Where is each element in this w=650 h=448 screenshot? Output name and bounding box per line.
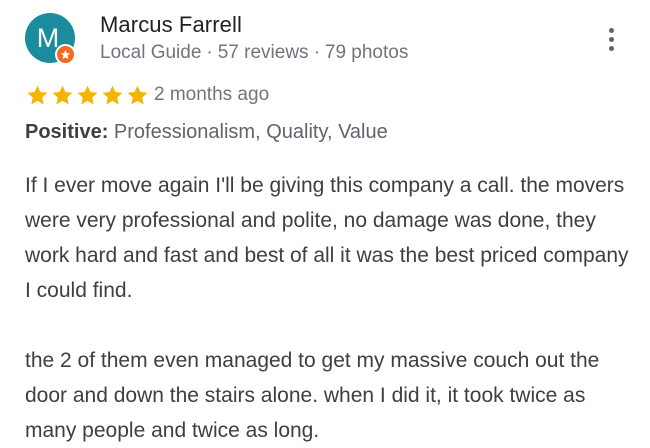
star-rating xyxy=(26,84,149,107)
review-count: 57 reviews xyxy=(217,42,309,63)
reviewer-meta: Local Guide · 57 reviews · 79 photos xyxy=(100,42,408,64)
meta-separator: · xyxy=(313,42,320,63)
star-icon xyxy=(27,85,48,105)
local-guide-label: Local Guide xyxy=(100,42,202,63)
reviewer-name[interactable]: Marcus Farrell xyxy=(100,12,242,38)
more-dot xyxy=(608,27,614,33)
more-vert-icon[interactable] xyxy=(596,24,626,54)
positive-attributes: Positive: Professionalism, Quality, Valu… xyxy=(25,121,388,144)
review-paragraph: If I ever move again I'll be giving this… xyxy=(25,174,629,302)
more-dot xyxy=(608,36,614,42)
star-icon xyxy=(52,85,73,105)
review-card: M Marcus Farrell Local Guide · 57 reviews ·… xyxy=(0,0,650,442)
star-icon xyxy=(102,85,123,105)
photo-count: 79 photos xyxy=(324,42,409,63)
review-date: 2 months ago xyxy=(154,84,270,105)
review-paragraph: the 2 of them even managed to get my mas… xyxy=(25,349,600,442)
meta-separator: · xyxy=(206,42,213,63)
star-icon xyxy=(127,85,148,105)
positive-label: Positive: xyxy=(25,121,109,143)
local-guide-star-icon xyxy=(55,44,76,65)
more-dot xyxy=(608,45,614,51)
star-icon xyxy=(77,85,98,105)
positive-values: Professionalism, Quality, Value xyxy=(113,121,388,143)
review-body: If I ever move again I'll be giving this… xyxy=(25,168,635,448)
